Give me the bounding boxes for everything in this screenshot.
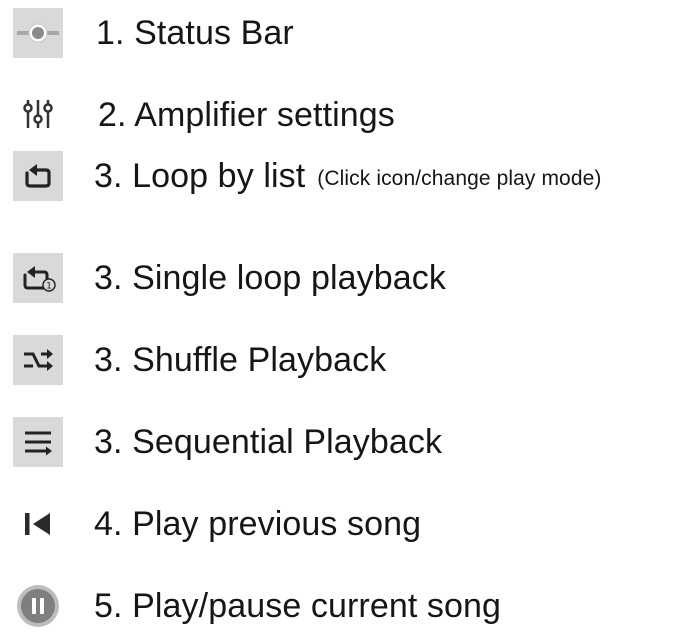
svg-text:1: 1 [46,282,52,292]
legend-label: 4. Play previous song [94,505,422,543]
legend-row-previous: 4. Play previous song [0,491,696,551]
loop-single-icon[interactable]: 1 [13,253,63,303]
status-bar-slider-icon[interactable] [13,8,63,58]
legend-text: 3. Shuffle Playback [94,339,386,381]
legend-label: 3. Sequential Playback [94,423,443,461]
legend-label: 3. Single loop playback [94,259,446,297]
legend-row-play-pause: 5. Play/pause current song [0,573,696,633]
legend-label: 2. Amplifier settings [98,96,395,134]
legend-text: 3. Single loop playback [94,257,446,299]
legend-row-single-loop: 1 3. Single loop playback [0,245,696,305]
legend-row-shuffle: 3. Shuffle Playback [0,327,696,387]
equalizer-sliders-icon[interactable] [13,90,63,140]
shuffle-icon[interactable] [13,335,63,385]
legend-text: 2. Amplifier settings [98,94,395,136]
play-pause-icon[interactable] [13,581,63,631]
player-controls-legend: 1. Status Bar 2. Amplifier settings 3. L… [0,0,696,627]
legend-note: (Click icon/change play mode) [317,167,602,190]
legend-row-sequential: 3. Sequential Playback [0,409,696,469]
legend-text: 4. Play previous song [94,503,421,545]
previous-track-icon[interactable] [13,499,63,549]
legend-text: 3. Loop by list (Click icon/change play m… [94,155,602,200]
legend-text: 5. Play/pause current song [94,585,501,627]
legend-row-loop-list: 3. Loop by list (Click icon/change play m… [0,143,696,203]
legend-label: 3. Loop by list [94,157,306,195]
legend-label: 1. Status Bar [96,14,294,52]
legend-text: 1. Status Bar [96,12,294,54]
legend-row-status-bar: 1. Status Bar [0,0,696,60]
legend-text: 3. Sequential Playback [94,421,442,463]
sequential-playback-icon[interactable] [13,417,63,467]
legend-label: 5. Play/pause current song [94,587,502,625]
legend-row-amplifier-settings: 2. Amplifier settings [0,82,696,142]
legend-label: 3. Shuffle Playback [94,341,387,379]
loop-list-icon[interactable] [13,151,63,201]
